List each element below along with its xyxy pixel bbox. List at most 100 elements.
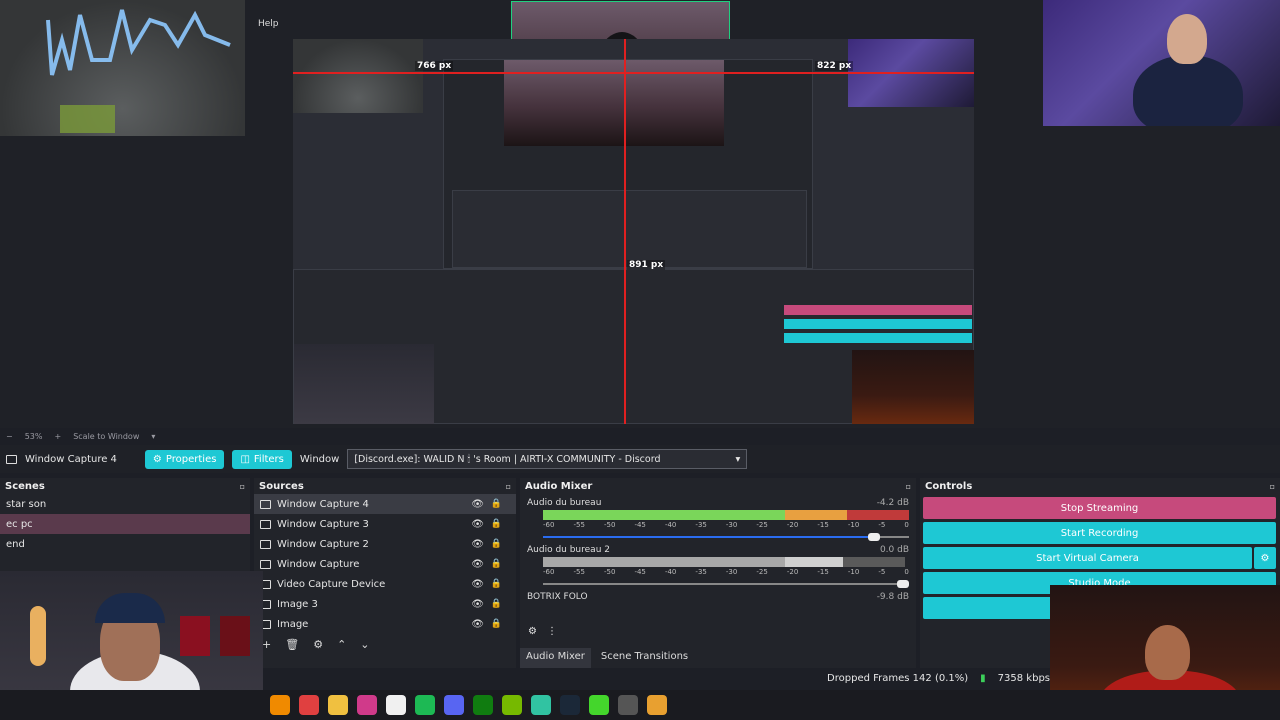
source-list: Window Capture 4 👁 🔒 Window Capture 3 👁 🔒 Wind… xyxy=(254,494,516,634)
razer-icon[interactable] xyxy=(589,695,609,715)
measure-label-left: 766 px xyxy=(415,61,454,71)
undock-icon[interactable]: ▫ xyxy=(1270,482,1275,491)
properties-label: Properties xyxy=(165,453,217,465)
eye-icon[interactable]: 👁 xyxy=(471,499,484,510)
zoom-level: 53% xyxy=(24,431,43,441)
lock-icon[interactable]: 🔒 xyxy=(491,559,502,569)
source-item[interactable]: Window Capture 👁 🔒 xyxy=(254,554,516,574)
eye-icon[interactable]: 👁 xyxy=(471,559,484,570)
scale-tick: -50 xyxy=(603,568,616,576)
start-recording-button[interactable]: Start Recording xyxy=(923,522,1276,544)
scale-tick: -30 xyxy=(725,521,738,529)
nested-bottom-right-cam xyxy=(852,350,974,424)
scenes-header: Scenes ▫ xyxy=(0,478,250,494)
undock-icon[interactable]: ▫ xyxy=(240,482,245,491)
volume-meter xyxy=(543,557,909,567)
filter-icon: ◫ xyxy=(240,453,250,465)
zoom-plus-icon[interactable]: + xyxy=(54,432,61,441)
eye-icon[interactable]: 👁 xyxy=(471,519,484,530)
scale-tick: -45 xyxy=(634,521,646,529)
clipboard-icon[interactable] xyxy=(386,695,406,715)
add-source-icon[interactable]: + xyxy=(262,638,271,651)
lock-icon[interactable]: 🔒 xyxy=(491,599,502,609)
eye-icon[interactable]: 👁 xyxy=(471,599,484,610)
eye-icon[interactable]: 👁 xyxy=(471,539,484,550)
filters-button[interactable]: ◫ Filters xyxy=(232,449,292,469)
start-virtual-camera-button[interactable]: Start Virtual Camera xyxy=(923,547,1252,569)
source-item[interactable]: Image 3 👁 🔒 xyxy=(254,594,516,614)
undock-icon[interactable]: ▫ xyxy=(906,482,911,491)
window-label: Window xyxy=(299,453,340,465)
nvidia-icon[interactable] xyxy=(502,695,522,715)
source-item[interactable]: Video Capture Device 👁 🔒 xyxy=(254,574,516,594)
trash-icon[interactable]: 🗑 xyxy=(285,638,299,651)
nested-obs-window xyxy=(443,59,813,269)
tab-scene-transitions[interactable]: Scene Transitions xyxy=(595,648,694,668)
fader-fill xyxy=(543,583,909,585)
channel-header: Audio du bureau -4.2 dB xyxy=(527,498,909,508)
meter-red xyxy=(843,557,906,567)
window-select[interactable]: [Discord.exe]: WALID N 🕯 's Room | AIRTI… xyxy=(347,449,748,469)
scene-item[interactable]: ec pc xyxy=(0,514,250,534)
mixer-tools: ⚙ ⋮ xyxy=(528,626,557,637)
gear-icon[interactable]: ⚙ xyxy=(313,638,323,651)
scale-tick: -20 xyxy=(786,568,799,576)
source-item[interactable]: Window Capture 2 👁 🔒 xyxy=(254,534,516,554)
fader-knob[interactable] xyxy=(867,533,880,541)
nested-bottom-cam xyxy=(294,344,434,424)
properties-button[interactable]: ⚙ Properties xyxy=(144,449,225,469)
scenes-dock: Scenes ▫ star son ec pc end xyxy=(0,478,250,578)
lock-icon[interactable]: 🔒 xyxy=(491,499,502,509)
steam-icon[interactable] xyxy=(560,695,580,715)
xbox-icon[interactable] xyxy=(473,695,493,715)
menu-help[interactable]: Help xyxy=(258,19,279,29)
preview-area[interactable]: Help 766 px 822 px 891 px xyxy=(0,0,1280,428)
lock-icon[interactable]: 🔒 xyxy=(491,539,502,549)
channel-name: Audio du bureau xyxy=(527,498,602,508)
vlc-icon[interactable] xyxy=(270,695,290,715)
webcam-neon-top-left xyxy=(0,0,245,136)
streamlabs-icon[interactable] xyxy=(531,695,551,715)
discord-icon[interactable] xyxy=(444,695,464,715)
volume-fader[interactable] xyxy=(543,580,909,588)
eye-icon[interactable]: 👁 xyxy=(471,579,484,590)
source-item[interactable]: Image 👁 🔒 xyxy=(254,614,516,634)
scene-item[interactable]: end xyxy=(0,534,250,554)
preview-canvas[interactable]: 766 px 822 px 891 px xyxy=(293,39,974,424)
scene-item[interactable]: star son xyxy=(0,494,250,514)
scale-tick: -30 xyxy=(725,568,738,576)
eye-icon[interactable]: 👁 xyxy=(471,619,484,630)
obs-icon[interactable] xyxy=(618,695,638,715)
jersey-10 xyxy=(180,616,210,656)
chrome-canary-icon[interactable] xyxy=(647,695,667,715)
fader-knob[interactable] xyxy=(897,580,909,588)
more-icon[interactable]: ⋮ xyxy=(547,626,557,637)
chevron-up-icon[interactable]: ⌃ xyxy=(337,638,346,651)
scale-to-window[interactable]: Scale to Window xyxy=(73,432,139,441)
scale-tick: -10 xyxy=(847,521,860,529)
lock-icon[interactable]: 🔒 xyxy=(491,519,502,529)
chevron-down-icon[interactable]: ⌄ xyxy=(360,638,369,651)
lock-icon[interactable]: 🔒 xyxy=(491,619,502,629)
volume-fader[interactable] xyxy=(543,533,909,541)
channel-name: Audio du bureau 2 xyxy=(527,545,610,555)
gear-icon[interactable]: ⚙ xyxy=(528,626,537,637)
chrome-icon[interactable] xyxy=(299,695,319,715)
jersey-27 xyxy=(220,616,250,656)
folder-icon[interactable] xyxy=(328,695,348,715)
chevron-down-icon[interactable]: ▾ xyxy=(151,432,155,441)
stop-streaming-button[interactable]: Stop Streaming xyxy=(923,497,1276,519)
source-item[interactable]: Window Capture 4 👁 🔒 xyxy=(254,494,516,514)
fader-fill xyxy=(543,536,880,538)
source-item[interactable]: Window Capture 3 👁 🔒 xyxy=(254,514,516,534)
undock-icon[interactable]: ▫ xyxy=(506,482,511,491)
lock-icon[interactable]: 🔒 xyxy=(491,579,502,589)
measure-label-right: 822 px xyxy=(815,61,854,71)
virtual-camera-settings-icon[interactable]: ⚙ xyxy=(1254,547,1276,569)
spotify-icon[interactable] xyxy=(415,695,435,715)
tab-audio-mixer[interactable]: Audio Mixer xyxy=(520,648,591,668)
measure-line-vertical xyxy=(624,39,626,424)
zoom-minus-icon[interactable]: − xyxy=(6,432,13,441)
meter-red xyxy=(846,510,909,520)
instagram-icon[interactable] xyxy=(357,695,377,715)
